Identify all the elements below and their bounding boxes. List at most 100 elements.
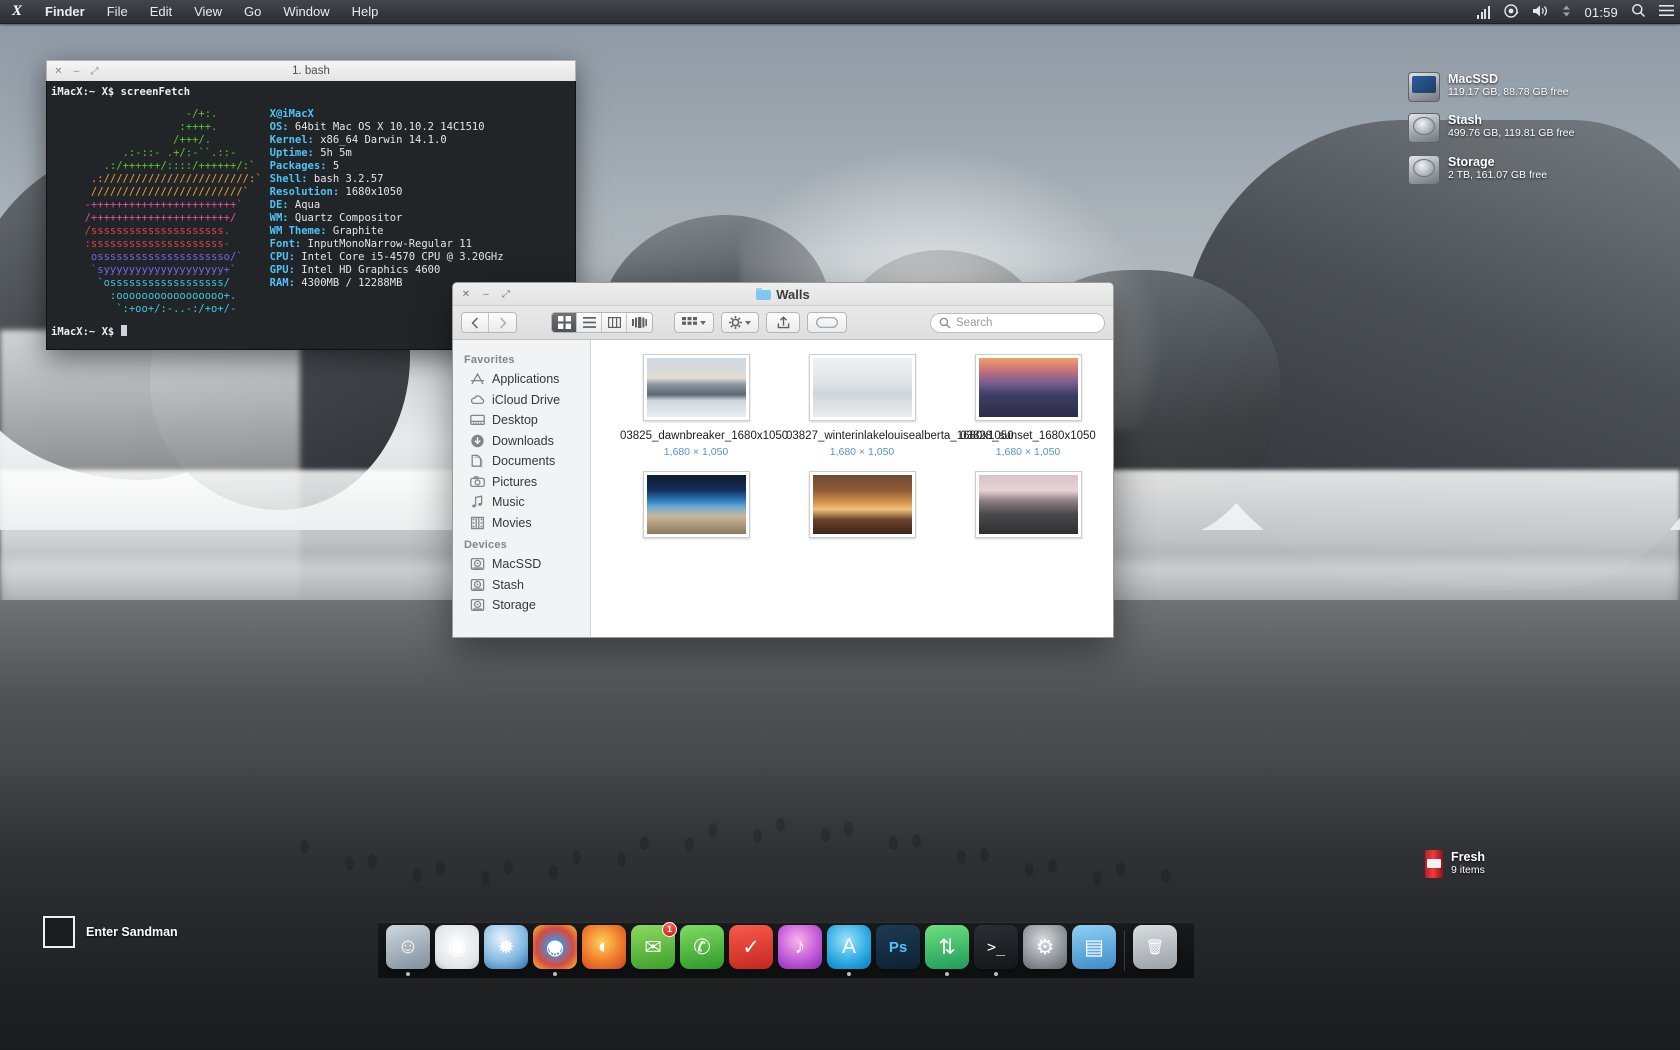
notification-list-icon[interactable]: [1659, 4, 1674, 20]
sidebar-item-pictures[interactable]: Pictures: [453, 472, 590, 493]
system-preferences-icon[interactable]: ⚙: [1023, 925, 1067, 969]
action-button[interactable]: [721, 312, 759, 333]
facetime-icon[interactable]: ✆: [680, 925, 724, 969]
desktop-item-fresh[interactable]: Fresh 9 items: [1425, 850, 1485, 878]
menu-window[interactable]: Window: [272, 0, 340, 24]
search-icon[interactable]: [1631, 3, 1646, 21]
finder-icon[interactable]: ☺: [386, 925, 430, 969]
tag-button[interactable]: [807, 312, 847, 333]
dock-item-chrome[interactable]: ◍: [533, 925, 577, 976]
dock-item-firefox[interactable]: ◐: [582, 925, 626, 976]
running-indicator: [1153, 972, 1157, 976]
file-item[interactable]: 03827_winterinlakelouisealberta_1680x105…: [779, 354, 1014, 458]
dock-item-dashboard-clock[interactable]: ◉: [435, 925, 479, 976]
file-thumbnail[interactable]: [974, 354, 1082, 421]
wifi-signal-icon[interactable]: [1477, 5, 1491, 19]
ascii-art-line: ////////////////////////`: [53, 186, 249, 198]
sidebar-item-desktop[interactable]: Desktop: [453, 410, 590, 431]
dock-item-trash[interactable]: 🗑: [1133, 925, 1177, 976]
menu-help[interactable]: Help: [341, 0, 390, 24]
file-thumbnail[interactable]: [642, 470, 750, 538]
coverflow-view-button[interactable]: [627, 313, 652, 332]
dashboard-clock-icon[interactable]: ◉: [435, 925, 479, 969]
sidebar-item-documents[interactable]: Documents: [453, 451, 590, 472]
chrome-icon[interactable]: ◍: [533, 925, 577, 969]
back-button[interactable]: [462, 313, 489, 332]
menu-go[interactable]: Go: [233, 0, 272, 24]
dock-item-safari[interactable]: ✹: [484, 925, 528, 976]
dock-item-system-preferences[interactable]: ⚙: [1023, 925, 1067, 976]
file-name[interactable]: 03828_sunset_1680x1050: [952, 430, 1104, 444]
sidebar-item-movies[interactable]: Movies: [453, 513, 590, 534]
file-thumbnail[interactable]: [808, 354, 916, 421]
desktop-drive-macssd[interactable]: MacSSD 119.17 GB, 88.78 GB free: [1408, 72, 1569, 102]
desktop-widget-sandman[interactable]: Enter Sandman: [43, 916, 178, 948]
sidebar-item-icloud-drive[interactable]: iCloud Drive: [453, 390, 590, 411]
itunes-icon[interactable]: ♪: [778, 925, 822, 969]
file-item[interactable]: 03825_dawnbreaker_1680x1050 1,680 × 1,050: [613, 354, 788, 458]
app-store-icon[interactable]: A: [827, 925, 871, 969]
dock-item-downloads-stack[interactable]: ▤: [1072, 925, 1116, 976]
dock-separator: [1124, 930, 1125, 971]
sidebar-item-applications[interactable]: Applications: [453, 369, 590, 390]
dock-item-terminal[interactable]: >_: [974, 925, 1018, 976]
volume-icon[interactable]: [1532, 4, 1549, 21]
file-item[interactable]: [945, 470, 1111, 538]
file-thumbnail[interactable]: [974, 470, 1082, 538]
menu-view[interactable]: View: [183, 0, 233, 24]
search-input[interactable]: Search: [930, 312, 1105, 333]
running-indicator: [651, 972, 655, 976]
sidebar-item-music[interactable]: Music: [453, 492, 590, 513]
dock-item-transmit[interactable]: ⇅: [925, 925, 969, 976]
firefox-icon[interactable]: ◐: [582, 925, 626, 969]
reminders-icon[interactable]: ✓: [729, 925, 773, 969]
file-item[interactable]: 03828_sunset_1680x1050 1,680 × 1,050: [945, 354, 1111, 458]
desktop-drive-storage[interactable]: Storage 2 TB, 161.07 GB free: [1408, 155, 1547, 185]
dock-item-photoshop[interactable]: Ps: [876, 925, 920, 976]
dock-item-reminders[interactable]: ✓: [729, 925, 773, 976]
trash-icon[interactable]: 🗑: [1133, 925, 1177, 969]
dock-item-finder[interactable]: ☺: [386, 925, 430, 976]
screenfetch-row: OS: 64bit Mac OS X 10.10.2 14C1510: [270, 121, 504, 134]
share-button[interactable]: [766, 312, 800, 333]
file-thumbnail[interactable]: [642, 354, 750, 421]
file-item[interactable]: [779, 470, 945, 538]
sidebar-item-storage[interactable]: Storage: [453, 595, 590, 616]
dock-item-messages[interactable]: ✉ 1: [631, 922, 677, 976]
arrange-by-button[interactable]: [674, 312, 714, 333]
menu-edit[interactable]: Edit: [139, 0, 183, 24]
finder-file-area[interactable]: 03825_dawnbreaker_1680x1050 1,680 × 1,050…: [591, 340, 1113, 637]
apple-menu-icon[interactable]: X: [0, 3, 34, 20]
icon-view-button[interactable]: [552, 313, 577, 332]
file-name[interactable]: 03827_winterinlakelouisealberta_1680x105…: [786, 430, 1014, 444]
dock-item-facetime[interactable]: ✆: [680, 925, 724, 976]
list-view-button[interactable]: [577, 313, 602, 332]
finder-titlebar[interactable]: ✕ – ⤢ Walls: [453, 283, 1113, 306]
transmit-icon[interactable]: ⇅: [925, 925, 969, 969]
file-thumbnail[interactable]: [808, 470, 916, 538]
finder-window[interactable]: ✕ – ⤢ Walls Search Favorites Application…: [452, 282, 1114, 638]
safari-icon[interactable]: ✹: [484, 925, 528, 969]
dock-item-itunes[interactable]: ♪: [778, 925, 822, 976]
downloads-stack-icon[interactable]: ▤: [1072, 925, 1116, 969]
sidebar-item-macssd[interactable]: MacSSD: [453, 554, 590, 575]
file-item[interactable]: [613, 470, 779, 538]
dock-item-app-store[interactable]: A: [827, 925, 871, 976]
menu-finder[interactable]: Finder: [34, 0, 96, 24]
desktop-drive-stash[interactable]: Stash 499.76 GB, 119.81 GB free: [1408, 113, 1574, 143]
menu-bar-clock[interactable]: 01:59: [1584, 5, 1618, 20]
navigation-buttons[interactable]: [461, 312, 517, 333]
updown-arrows-icon[interactable]: [1562, 4, 1571, 21]
airplay-icon[interactable]: [1504, 3, 1519, 21]
menu-file[interactable]: File: [96, 0, 139, 24]
forward-button[interactable]: [489, 313, 516, 332]
terminal-titlebar[interactable]: ✕ – ⤢ 1. bash: [46, 60, 576, 81]
photoshop-icon[interactable]: Ps: [876, 925, 920, 969]
column-view-button[interactable]: [602, 313, 627, 332]
terminal-icon[interactable]: >_: [974, 925, 1018, 969]
messages-icon[interactable]: ✉ 1: [631, 922, 677, 969]
sidebar-item-downloads[interactable]: Downloads: [453, 431, 590, 452]
view-mode-buttons[interactable]: [551, 312, 653, 333]
file-name[interactable]: 03825_dawnbreaker_1680x1050: [620, 430, 788, 444]
sidebar-item-stash[interactable]: Stash: [453, 575, 590, 596]
